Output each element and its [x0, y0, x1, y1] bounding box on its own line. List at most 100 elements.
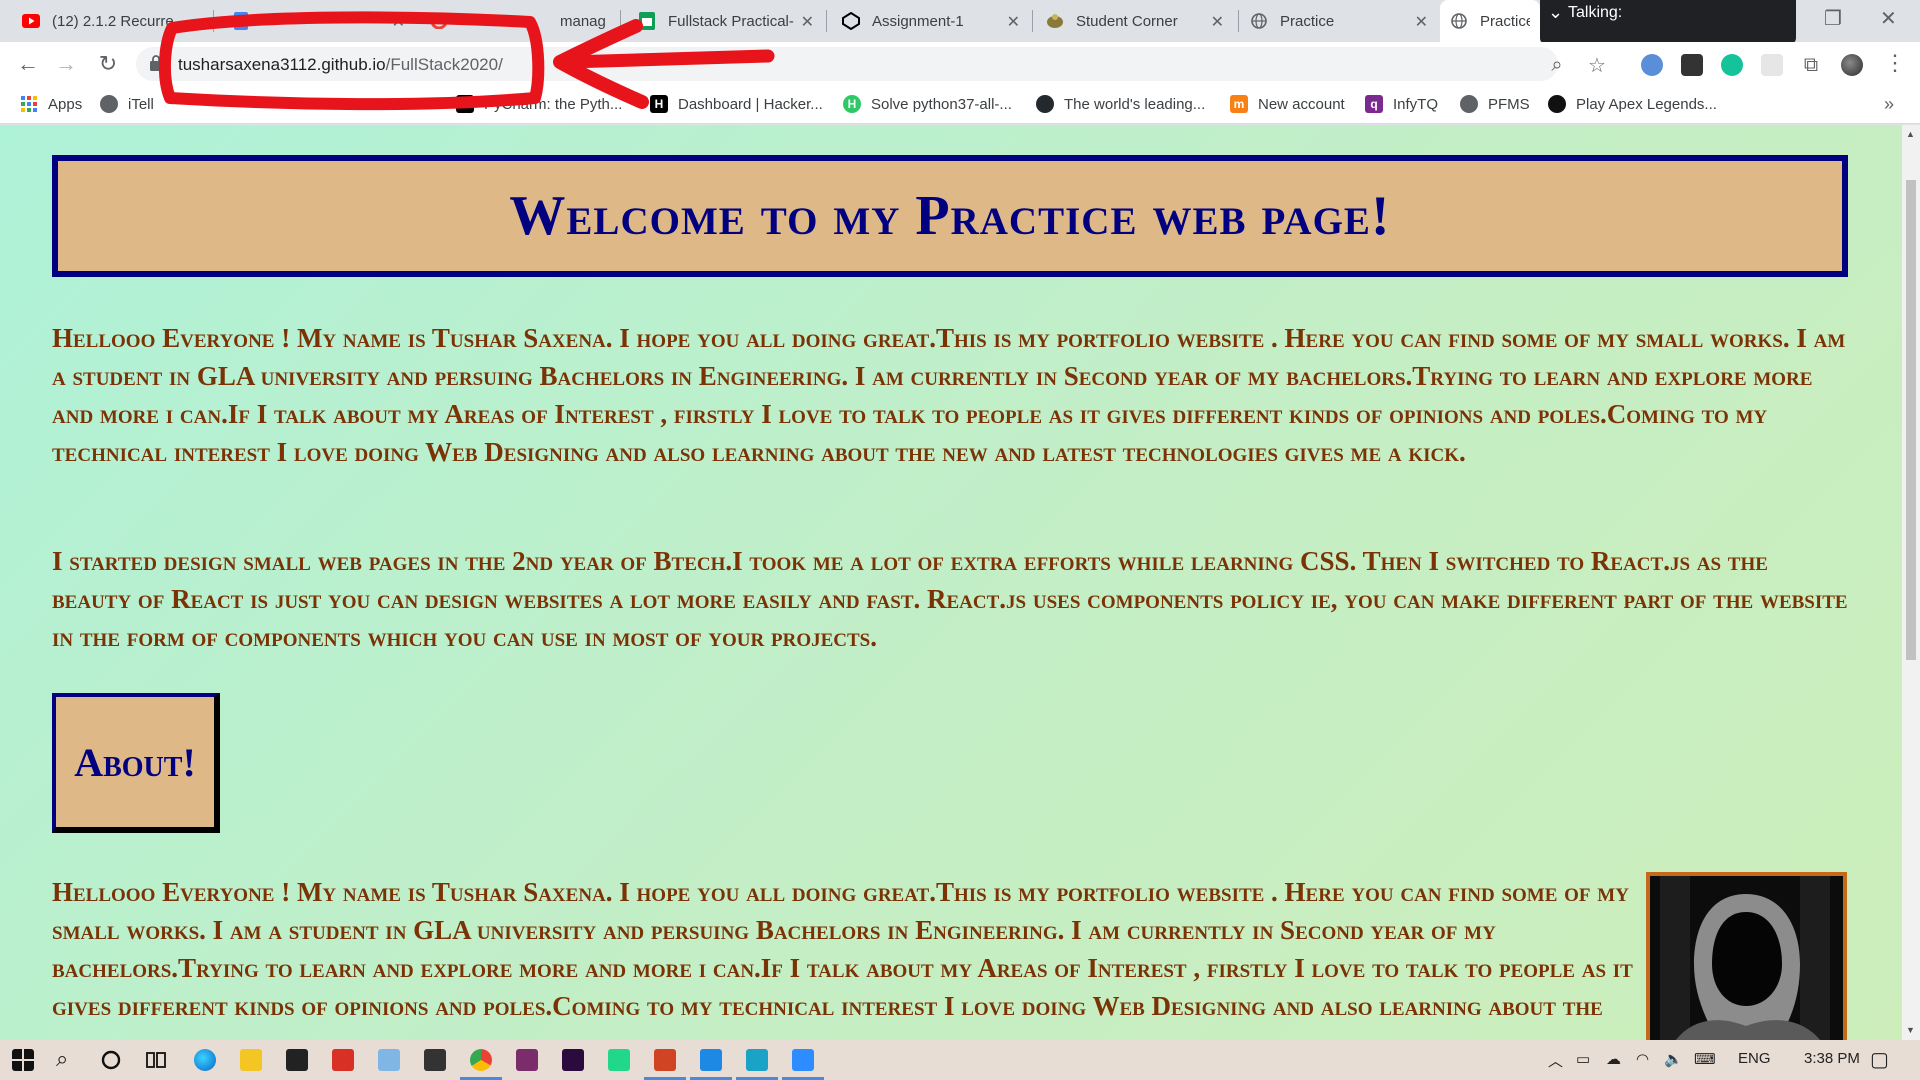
tab-practice-active[interactable]: Practice	[1440, 0, 1540, 42]
battery-icon[interactable]: ▭	[1576, 1050, 1590, 1068]
profile-avatar[interactable]	[1841, 54, 1863, 76]
forward-arrow-icon[interactable]: →	[52, 50, 80, 78]
extension-icon[interactable]	[1641, 54, 1663, 76]
file-explorer-icon[interactable]	[240, 1049, 262, 1071]
back-arrow-icon[interactable]: ←	[14, 50, 42, 78]
tab-strip: (12) 2.1.2 Recurre ✕ manag Fullstack Pra…	[0, 0, 1920, 44]
grammarly-icon[interactable]	[1721, 54, 1743, 76]
bookmark-pycharm[interactable]: PyCharm: the Pyth...	[456, 95, 622, 113]
tab-student-corner[interactable]: Student Corner ✕	[1036, 0, 1236, 42]
bookmark-apps[interactable]: Apps	[20, 95, 82, 113]
bookmark-label: Play Apex Legends...	[1576, 95, 1717, 113]
bookmark-hackerrank-dashboard[interactable]: H Dashboard | Hacker...	[650, 95, 823, 113]
more-menu-icon[interactable]: ⋮	[1884, 50, 1906, 76]
wifi-icon[interactable]: ◠	[1636, 1050, 1649, 1068]
task-view-icon[interactable]	[145, 1049, 167, 1071]
onedrive-icon[interactable]: ☁	[1606, 1050, 1621, 1068]
tab-separator	[1032, 10, 1033, 32]
close-icon[interactable]: ✕	[1211, 12, 1224, 32]
close-icon[interactable]: ✕	[392, 12, 405, 32]
reload-icon[interactable]: ↻	[94, 50, 122, 78]
app-blue-icon[interactable]	[378, 1049, 400, 1071]
restore-window-icon[interactable]: ❐	[1824, 6, 1842, 31]
hackerrank-h-icon: H	[843, 95, 861, 113]
tab-title: Practice	[1280, 12, 1335, 30]
extension-cube-icon[interactable]	[1681, 54, 1703, 76]
puzzle-icon[interactable]: ⧉	[1800, 54, 1822, 76]
bookmark-infytq[interactable]: q InfyTQ	[1365, 95, 1438, 113]
bookmark-star-icon[interactable]: ☆	[1586, 54, 1608, 77]
bookmark-label: New account	[1258, 95, 1345, 113]
zoom-icon[interactable]: ⌕	[1546, 54, 1568, 76]
tray-chevron-icon[interactable]: ︿	[1548, 1050, 1563, 1071]
chrome-icon[interactable]	[460, 1049, 502, 1080]
keyboard-icon[interactable]: ⌨	[1694, 1050, 1716, 1068]
bookmark-github[interactable]: The world's leading...	[1036, 95, 1205, 113]
chevron-down-icon[interactable]: ⌄	[1548, 2, 1563, 23]
bookmark-label: PFMS	[1488, 95, 1530, 113]
app-red-icon[interactable]	[332, 1049, 354, 1071]
tab-fullstack-sheet[interactable]: Fullstack Practical- ✕	[628, 0, 826, 42]
url-text: tusharsaxena3112.github.io/FullStack2020…	[178, 55, 503, 75]
bookmark-new-account[interactable]: m New account	[1230, 95, 1345, 113]
tab-youtube[interactable]: (12) 2.1.2 Recurre	[12, 0, 212, 42]
mail-icon[interactable]	[424, 1049, 446, 1071]
tab-title: Assignment-1	[872, 12, 964, 30]
scroll-down-icon[interactable]: ▼	[1906, 1025, 1915, 1035]
scroll-up-icon[interactable]: ▲	[1906, 129, 1915, 139]
search-icon[interactable]: ⌕	[56, 1046, 68, 1072]
background-paragraph: I started design small web pages in the …	[52, 546, 1848, 652]
globe-icon	[100, 95, 118, 113]
volume-icon[interactable]: 🔈	[1664, 1050, 1683, 1068]
tab-google[interactable]: manag	[420, 0, 618, 42]
scrollbar-thumb[interactable]	[1906, 180, 1916, 660]
bookmark-label: The world's leading...	[1064, 95, 1206, 113]
url-host: tusharsaxena3112.github.io	[178, 55, 386, 74]
bookmark-pfms[interactable]: PFMS	[1460, 95, 1530, 113]
bookmark-label: Dashboard | Hacker...	[678, 95, 823, 113]
youtube-icon	[22, 12, 40, 30]
page-viewport: Welcome to my Practice web page! Hellooo…	[0, 125, 1902, 1040]
vscode-icon[interactable]	[690, 1049, 732, 1080]
pycharm-taskbar-icon[interactable]	[608, 1049, 630, 1071]
premiere-icon[interactable]	[562, 1049, 584, 1071]
close-window-icon[interactable]: ✕	[1880, 6, 1897, 31]
tab-docs[interactable]: ✕	[222, 0, 417, 42]
tab-separator	[1238, 10, 1239, 32]
talking-indicator: ⌄ Talking:	[1540, 0, 1796, 44]
talking-label: Talking:	[1568, 4, 1623, 21]
tab-practice[interactable]: Practice ✕	[1240, 0, 1440, 42]
zoom-app-icon[interactable]	[782, 1049, 824, 1080]
pycharm-icon	[456, 95, 474, 113]
welcome-banner: Welcome to my Practice web page!	[52, 155, 1848, 277]
language-indicator[interactable]: ENG	[1738, 1050, 1771, 1067]
apps-grid-icon	[20, 95, 38, 113]
profile-photo	[1646, 872, 1847, 1040]
close-icon[interactable]: ✕	[1007, 12, 1020, 32]
whatsapp-icon[interactable]	[736, 1049, 778, 1080]
intellij-icon[interactable]	[516, 1049, 538, 1071]
cortana-icon[interactable]	[100, 1049, 122, 1071]
close-icon[interactable]: ✕	[801, 12, 814, 32]
windows-start-icon[interactable]	[12, 1049, 34, 1071]
bookmark-label: iTell	[128, 95, 154, 113]
close-icon[interactable]: ✕	[1415, 12, 1428, 32]
page-scrollbar[interactable]: ▲ ▼	[1902, 125, 1920, 1040]
extension-blank-icon[interactable]	[1761, 54, 1783, 76]
clock[interactable]: 3:38 PM	[1804, 1050, 1860, 1067]
powerpoint-icon[interactable]	[644, 1049, 686, 1080]
bookmark-apex[interactable]: Play Apex Legends...	[1548, 95, 1717, 113]
store-icon[interactable]	[286, 1049, 308, 1071]
notifications-icon[interactable]: ▢	[1870, 1047, 1889, 1072]
address-bar[interactable]: tusharsaxena3112.github.io/FullStack2020…	[136, 47, 1606, 81]
tab-title: (12) 2.1.2 Recurre	[52, 12, 174, 30]
tab-assignment[interactable]: Assignment-1 ✕	[832, 0, 1032, 42]
bookmarks-overflow-icon[interactable]: »	[1884, 94, 1894, 115]
codepen-icon	[842, 12, 860, 30]
about-box: About!	[52, 693, 220, 833]
edge-icon[interactable]	[194, 1049, 216, 1071]
hackerrank-icon: H	[650, 95, 668, 113]
bookmark-itell[interactable]: iTell	[100, 95, 154, 113]
intro-paragraph: Hellooo Everyone ! My name is Tushar Sax…	[52, 323, 1846, 467]
bookmark-solve-python[interactable]: H Solve python37-all-...	[843, 95, 1012, 113]
